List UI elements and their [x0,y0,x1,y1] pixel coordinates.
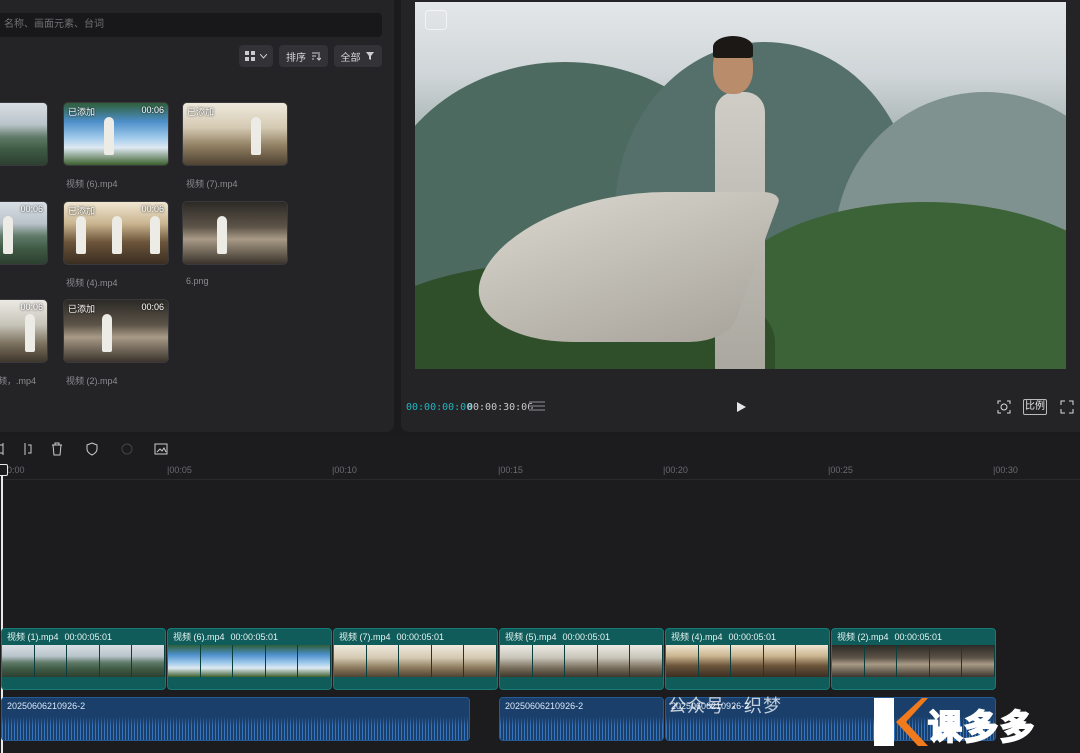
chevron-down-icon [260,53,267,59]
media-name: 视频 (6).mp4 [66,179,118,189]
added-badge: 已添加 [187,107,215,117]
watermark-text: 公众号 · 织梦 [668,696,782,716]
clip-name: 视频 (4).mp4 [671,632,723,642]
clip-duration: 00:00:05:01 [396,632,445,642]
grid-icon [245,51,255,61]
list-icon [529,401,545,411]
media-name: 频，.mp4 [0,376,37,386]
added-badge: 已添加 [68,107,96,117]
video-clip[interactable]: 视频 (4).mp4 00:00:05:01 [665,628,830,690]
current-time: 00:00:00:00 [406,402,473,413]
duration-label: 00:06 [141,204,164,214]
view-mode-button[interactable] [239,45,273,67]
video-clip[interactable]: 视频 (5).mp4 00:00:05:01 [499,628,664,690]
delete-icon[interactable] [50,442,64,456]
split-left-icon[interactable] [0,442,10,456]
fullscreen-icon[interactable] [1060,400,1074,414]
clip-duration: 00:00:05:01 [64,632,113,642]
added-badge: 已添加 [68,206,96,216]
audio-clip[interactable]: 20250606210926-2 [499,697,664,741]
image-edit-icon[interactable] [154,442,168,456]
freeze-icon [121,443,133,455]
ruler-tick: |00:30 [993,465,1018,475]
audio-name: 20250606210926-2 [7,701,86,711]
ruler-tick: |00:15 [498,465,523,475]
duration-label: 00:06 [141,105,164,115]
sort-label: 排序 [286,52,306,64]
zoom-fit-icon[interactable] [997,400,1011,414]
waveform [500,716,663,740]
preview-video[interactable] [415,2,1066,369]
ruler-tick: |00:25 [828,465,853,475]
media-name: 视频 (2).mp4 [66,376,118,386]
shield-icon[interactable] [85,442,99,456]
media-thumb-1[interactable] [0,102,48,166]
clip-duration: 00:00:05:01 [230,632,279,642]
media-thumb-4[interactable]: 00:06 [0,201,48,265]
audio-clip[interactable]: 20250606210926-2 [1,697,470,741]
filter-icon [365,52,374,60]
media-thumb-3[interactable]: 已添加 [182,102,288,166]
ruler-tick: |00:20 [663,465,688,475]
timeline-toolbar [0,436,1080,462]
filter-button[interactable]: 全部 [334,45,382,67]
media-thumb-8[interactable]: 已添加 00:06 [63,299,169,363]
video-clip[interactable]: 视频 (1).mp4 00:00:05:01 [1,628,166,690]
video-clip[interactable]: 视频 (2).mp4 00:00:05:01 [831,628,996,690]
duration-label: 00:06 [20,302,43,312]
waveform [2,716,469,740]
added-badge: 已添加 [68,304,96,314]
media-name: 6.png [186,276,209,286]
clip-name: 视频 (1).mp4 [7,632,59,642]
watermark-logo: 课多多 [870,692,1080,753]
brand-logo-icon [874,698,928,746]
clip-duration: 00:00:05:01 [728,632,777,642]
preview-panel: 00:00:00:00 00:00:30:06 比例 [401,0,1080,432]
media-thumb-2[interactable]: 已添加 00:06 [63,102,169,166]
search-input[interactable]: 名称、画面元素、台词 [0,13,382,37]
clip-duration: 00:00:05:01 [562,632,611,642]
media-panel: 名称、画面元素、台词 排序 全部 已添加 00:06 视频 (6).mp4 已添… [0,0,394,432]
clip-name: 视频 (2).mp4 [837,632,889,642]
media-thumb-6[interactable] [182,201,288,265]
sort-button[interactable]: 排序 [279,45,328,67]
duration-label: 00:06 [141,302,164,312]
brand-logo-text: 课多多 [927,708,1036,748]
video-clip[interactable]: 视频 (6).mp4 00:00:05:01 [167,628,332,690]
logo-icon [425,10,447,30]
ratio-button[interactable]: 比例 [1023,399,1047,415]
time-ruler[interactable]: 00:00 |00:05 |00:10 |00:15 |00:20 |00:25… [0,462,1080,480]
sort-icon [312,52,321,61]
audio-name: 20250606210926-2 [505,701,584,711]
split-right-icon[interactable] [21,442,35,456]
play-icon[interactable] [735,401,747,413]
video-clip[interactable]: 视频 (7).mp4 00:00:05:01 [333,628,498,690]
duration-label: 00:06 [20,204,43,214]
clip-name: 视频 (6).mp4 [173,632,225,642]
ruler-tick: |00:05 [167,465,192,475]
total-time: 00:00:30:06 [467,402,534,413]
media-thumb-5[interactable]: 已添加 00:06 [63,201,169,265]
media-name: 视频 (4).mp4 [66,278,118,288]
clip-name: 视频 (7).mp4 [339,632,391,642]
clip-name: 视频 (5).mp4 [505,632,557,642]
ruler-tick: |00:10 [332,465,357,475]
filter-label: 全部 [340,52,361,64]
clip-duration: 00:00:05:01 [894,632,943,642]
media-name: 视频 (7).mp4 [186,179,238,189]
media-thumb-7[interactable]: 00:06 [0,299,48,363]
